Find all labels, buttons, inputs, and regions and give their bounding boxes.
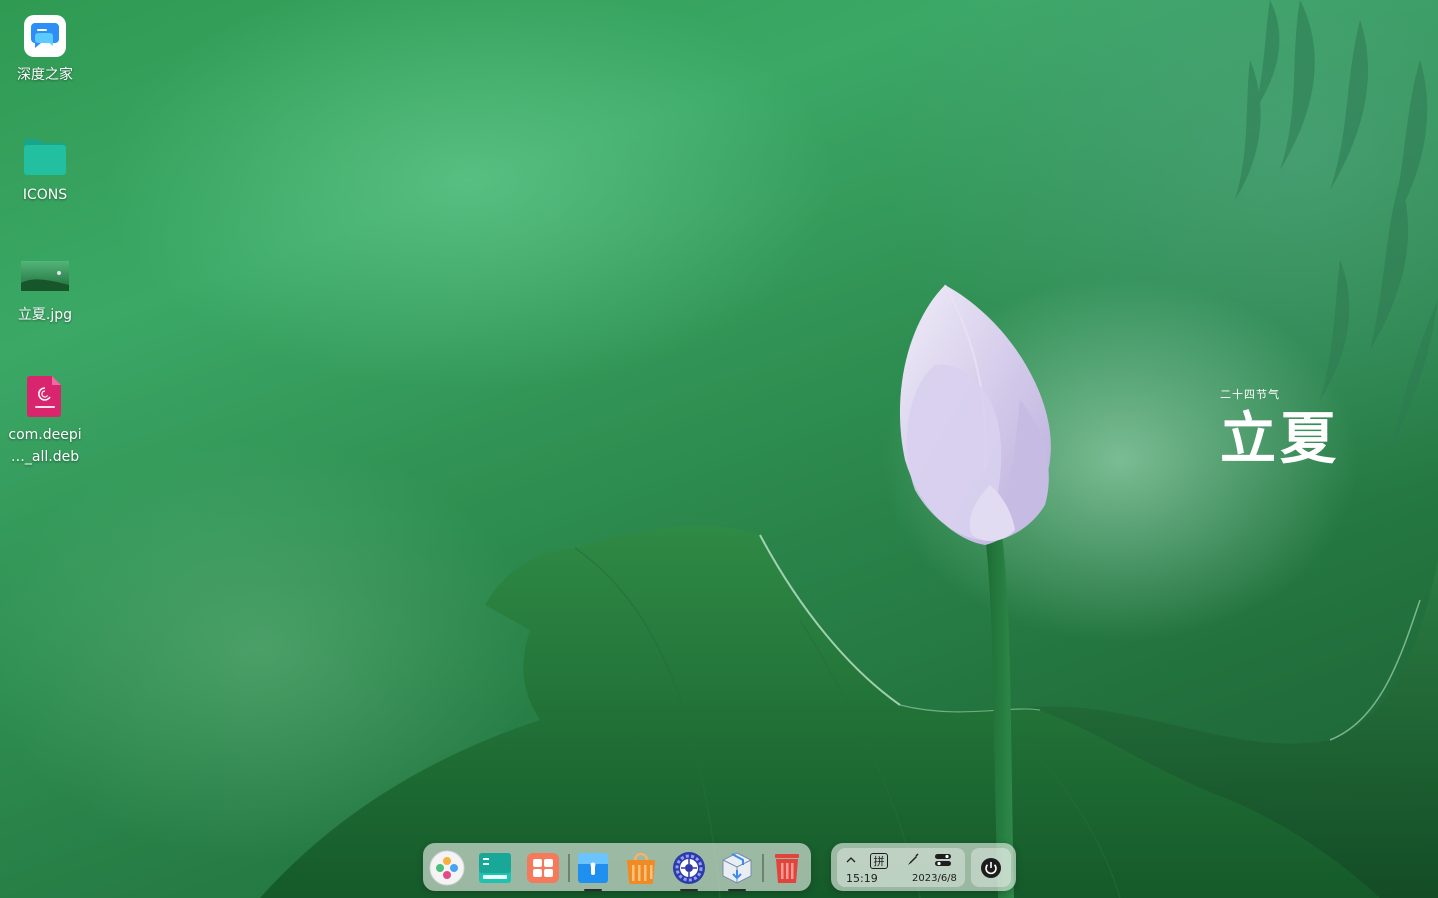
power-icon bbox=[981, 857, 1001, 878]
lotus-leaf-front bbox=[260, 525, 1380, 898]
deepin-home-icon bbox=[21, 12, 69, 60]
dock-separator bbox=[568, 854, 570, 882]
settings-gear-icon bbox=[673, 852, 705, 884]
dock-item-terminal[interactable] bbox=[476, 849, 514, 887]
desktop-icon-label: ICONS bbox=[22, 187, 68, 203]
dock-item-launcher[interactable] bbox=[428, 849, 466, 887]
clock-time[interactable]: 15:19 bbox=[846, 872, 878, 885]
solar-term-subtitle: 二十四节气 bbox=[1220, 388, 1280, 401]
package-installer-icon bbox=[722, 852, 752, 884]
running-indicator bbox=[680, 889, 698, 891]
dock-item-multitasking[interactable] bbox=[524, 849, 562, 887]
debian-package-icon bbox=[21, 372, 69, 420]
dock-item-control-center[interactable] bbox=[670, 849, 708, 891]
pen-icon[interactable] bbox=[902, 851, 924, 869]
desktop-icon-label-line1: com.deepi bbox=[8, 427, 82, 443]
clock-date[interactable]: 2023/6/8 bbox=[912, 873, 957, 884]
solar-term-caption: 二十四节气 立夏 bbox=[1220, 386, 1340, 474]
desktop-icon-deb-package[interactable]: com.deepi …_all.deb bbox=[5, 372, 85, 468]
dock-item-file-manager[interactable] bbox=[574, 849, 612, 891]
dock-item-app-store[interactable] bbox=[622, 849, 660, 887]
file-manager-icon bbox=[578, 853, 608, 883]
lotus-bud bbox=[899, 284, 1051, 545]
desktop-icon-deepin-home[interactable]: 深度之家 bbox=[5, 12, 85, 86]
desktop-icon-label: 深度之家 bbox=[17, 67, 73, 83]
desktop[interactable]: 深度之家 ICONS 立夏.jpg com.deepi …_all.deb 二十… bbox=[0, 0, 1438, 898]
input-method-indicator[interactable]: 拼 bbox=[870, 853, 888, 869]
desktop-icon-image-file[interactable]: 立夏.jpg bbox=[5, 252, 85, 326]
dock bbox=[423, 843, 811, 891]
app-store-icon bbox=[627, 852, 655, 884]
dock-separator bbox=[762, 854, 764, 882]
solar-term-title: 立夏 bbox=[1220, 406, 1340, 472]
system-tray: 拼 15:19 2023/6/8 bbox=[831, 843, 1016, 891]
desktop-icon-icons-folder[interactable]: ICONS bbox=[5, 132, 85, 206]
image-thumbnail-icon bbox=[21, 252, 69, 300]
dock-item-package-installer[interactable] bbox=[718, 849, 756, 891]
terminal-icon bbox=[479, 853, 511, 883]
running-indicator bbox=[728, 889, 746, 891]
control-toggle-icon[interactable] bbox=[932, 851, 954, 869]
chevron-up-icon[interactable] bbox=[840, 851, 862, 869]
tray-panel[interactable]: 拼 15:19 2023/6/8 bbox=[837, 848, 965, 887]
desktop-icon-label-line2: …_all.deb bbox=[10, 449, 80, 465]
power-button[interactable] bbox=[971, 848, 1011, 887]
dock-item-trash[interactable] bbox=[768, 849, 806, 887]
desktop-icon-label: 立夏.jpg bbox=[17, 307, 73, 323]
multitask-view-icon bbox=[527, 853, 559, 883]
trash-icon bbox=[775, 854, 799, 883]
launcher-icon bbox=[429, 850, 465, 886]
willow-leaves bbox=[1235, 0, 1438, 450]
folder-icon bbox=[21, 132, 69, 180]
running-indicator bbox=[584, 889, 602, 891]
